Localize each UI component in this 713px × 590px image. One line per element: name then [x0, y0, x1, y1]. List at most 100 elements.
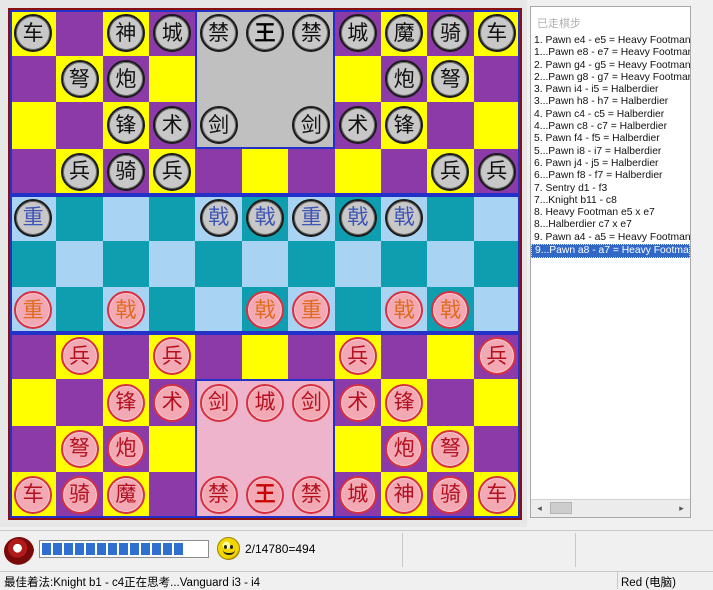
- black-piece[interactable]: 骑: [431, 14, 470, 53]
- board-square[interactable]: 炮: [380, 56, 428, 103]
- board-square[interactable]: 戟: [195, 194, 242, 241]
- black-piece[interactable]: 城: [338, 14, 377, 53]
- move-list-item[interactable]: 9...Pawn a8 - a7 = Heavy Footman: [531, 244, 690, 259]
- red-piece[interactable]: 弩: [60, 429, 99, 468]
- board-square[interactable]: [102, 333, 150, 380]
- board-square[interactable]: [288, 148, 335, 195]
- board-square[interactable]: 弩: [427, 425, 474, 472]
- black-piece[interactable]: 锋: [385, 106, 424, 145]
- move-list-item[interactable]: 1...Pawn e8 - e7 = Heavy Footman: [531, 47, 690, 59]
- board-square[interactable]: [195, 333, 242, 380]
- board-square[interactable]: 兵: [56, 148, 103, 195]
- board-square[interactable]: [380, 148, 428, 195]
- board-square[interactable]: [288, 56, 335, 103]
- move-list-item[interactable]: 6. Pawn j4 - j5 = Halberdier: [531, 158, 690, 170]
- black-piece[interactable]: 剑: [199, 106, 238, 145]
- board-square[interactable]: [427, 379, 474, 426]
- board-square[interactable]: [241, 333, 289, 380]
- scrollbar-thumb[interactable]: [550, 502, 572, 514]
- board-square[interactable]: [195, 56, 242, 103]
- board-square[interactable]: [149, 471, 196, 518]
- red-piece[interactable]: 戟: [245, 291, 284, 330]
- red-piece[interactable]: 神: [385, 475, 424, 514]
- red-piece[interactable]: 炮: [385, 429, 424, 468]
- board-square[interactable]: 弩: [427, 56, 474, 103]
- board-square[interactable]: 兵: [56, 333, 103, 380]
- black-piece[interactable]: 禁: [199, 14, 238, 53]
- board-square[interactable]: [149, 194, 196, 241]
- board-square[interactable]: [427, 102, 474, 149]
- board-square[interactable]: [380, 333, 428, 380]
- board-square[interactable]: 炮: [102, 425, 150, 472]
- black-piece[interactable]: 骑: [106, 152, 145, 191]
- move-list-item[interactable]: 1. Pawn e4 - e5 = Heavy Footman: [531, 35, 690, 47]
- board-square[interactable]: [473, 240, 520, 288]
- board-square[interactable]: [102, 240, 150, 288]
- board-square[interactable]: 炮: [102, 56, 150, 103]
- board-square[interactable]: [380, 240, 428, 288]
- board-square[interactable]: [241, 240, 289, 288]
- board-square[interactable]: 重: [288, 287, 335, 334]
- board-square[interactable]: 城: [149, 10, 196, 57]
- board-square[interactable]: 禁: [195, 10, 242, 57]
- black-piece[interactable]: 车: [14, 14, 53, 53]
- board-square[interactable]: [241, 425, 289, 472]
- move-list-item[interactable]: 4. Pawn c4 - c5 = Halberdier: [531, 109, 690, 121]
- board-square[interactable]: 车: [473, 10, 520, 57]
- move-list-item[interactable]: 2...Pawn g8 - g7 = Heavy Footman: [531, 72, 690, 84]
- red-piece[interactable]: 骑: [431, 475, 470, 514]
- board-square[interactable]: 禁: [288, 471, 335, 518]
- black-piece[interactable]: 弩: [431, 60, 470, 99]
- red-piece[interactable]: 重: [14, 291, 53, 330]
- board-square[interactable]: 骑: [427, 10, 474, 57]
- board-square[interactable]: 禁: [288, 10, 335, 57]
- board-square[interactable]: 骑: [102, 148, 150, 195]
- move-list-items[interactable]: 1. Pawn e4 - e5 = Heavy Footman 1...Pawn …: [531, 35, 690, 259]
- board-square[interactable]: 禁: [195, 471, 242, 518]
- board-square[interactable]: 神: [102, 10, 150, 57]
- board-square[interactable]: 兵: [149, 333, 196, 380]
- board-square[interactable]: 术: [334, 379, 381, 426]
- board-square[interactable]: 戟: [241, 287, 289, 334]
- board-square[interactable]: 戟: [427, 287, 474, 334]
- board-square[interactable]: 戟: [380, 287, 428, 334]
- move-list-item[interactable]: 3. Pawn i4 - i5 = Halberdier: [531, 84, 690, 96]
- scroll-left-arrow-icon[interactable]: ◂: [531, 500, 548, 517]
- red-piece[interactable]: 兵: [153, 337, 192, 376]
- black-piece[interactable]: 兵: [431, 152, 470, 191]
- board-square[interactable]: [427, 333, 474, 380]
- black-piece[interactable]: 魔: [385, 14, 424, 53]
- board-square[interactable]: [473, 56, 520, 103]
- red-piece[interactable]: 术: [153, 383, 192, 422]
- move-list-item[interactable]: 2. Pawn g4 - g5 = Heavy Footman: [531, 60, 690, 72]
- board-square[interactable]: [149, 287, 196, 334]
- board-square[interactable]: [56, 10, 103, 57]
- board-square[interactable]: [473, 379, 520, 426]
- red-piece[interactable]: 车: [477, 475, 516, 514]
- red-piece[interactable]: 王: [245, 475, 284, 514]
- black-piece[interactable]: 兵: [60, 152, 99, 191]
- board-square[interactable]: 城: [241, 379, 289, 426]
- black-piece[interactable]: 术: [153, 106, 192, 145]
- move-list-item[interactable]: 8...Halberdier c7 x e7: [531, 219, 690, 231]
- board-square[interactable]: 术: [334, 102, 381, 149]
- red-piece[interactable]: 弩: [431, 429, 470, 468]
- board-square[interactable]: [149, 240, 196, 288]
- board-square[interactable]: [195, 240, 242, 288]
- board-square[interactable]: [195, 287, 242, 334]
- move-list-item[interactable]: 8. Heavy Footman e5 x e7: [531, 207, 690, 219]
- board-square[interactable]: [56, 102, 103, 149]
- red-piece[interactable]: 剑: [292, 383, 331, 422]
- board-square[interactable]: 戟: [334, 194, 381, 241]
- red-piece[interactable]: 兵: [60, 337, 99, 376]
- black-piece[interactable]: 戟: [385, 198, 424, 237]
- board-square[interactable]: 剑: [288, 379, 335, 426]
- red-piece[interactable]: 禁: [199, 475, 238, 514]
- board-square[interactable]: 神: [380, 471, 428, 518]
- board-square[interactable]: 王: [241, 10, 289, 57]
- move-list-item[interactable]: 3...Pawn h8 - h7 = Halberdier: [531, 96, 690, 108]
- black-piece[interactable]: 城: [153, 14, 192, 53]
- board-square[interactable]: 骑: [427, 471, 474, 518]
- board-square[interactable]: 锋: [102, 379, 150, 426]
- black-piece[interactable]: 戟: [199, 198, 238, 237]
